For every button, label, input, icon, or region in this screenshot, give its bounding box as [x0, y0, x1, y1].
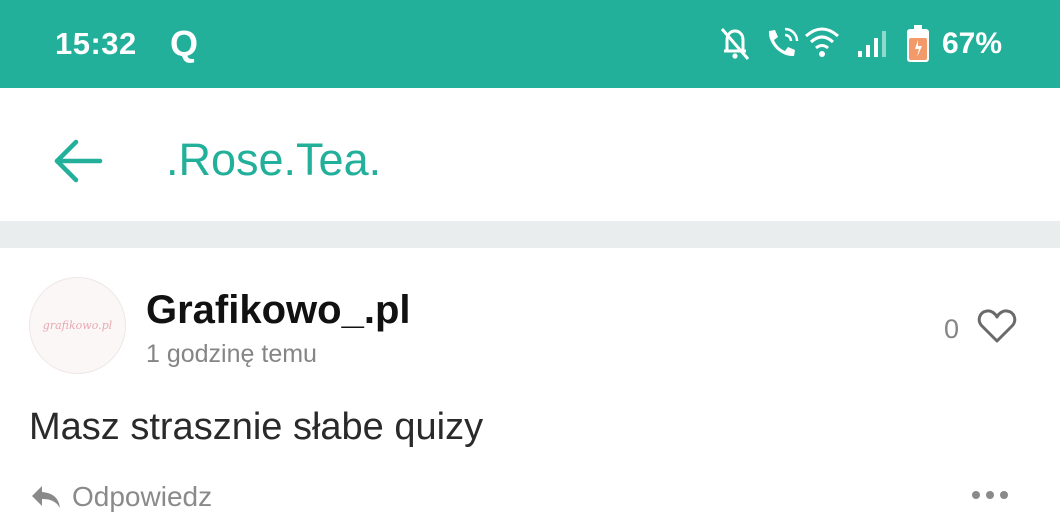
reply-label: Odpowiedz [72, 481, 213, 512]
signal-icon [858, 31, 886, 57]
wifi-call-icon [768, 27, 799, 57]
comment-text: Masz strasznie słabe quizy [29, 406, 484, 448]
battery-percentage: 67% [942, 27, 1003, 60]
status-time: 15:32 [55, 26, 137, 61]
bell-off-icon [720, 28, 750, 60]
like-count: 0 [944, 314, 960, 344]
more-options-icon[interactable] [970, 488, 1010, 502]
heart-icon[interactable] [977, 308, 1017, 344]
avatar[interactable]: grafikowo.pl [29, 277, 126, 374]
comment-timestamp: 1 godzinę temu [146, 340, 317, 368]
avatar-logo-text: grafikowo.pl [42, 319, 113, 332]
page-title: .Rose.Tea. [166, 134, 382, 185]
back-arrow-icon[interactable] [52, 138, 104, 184]
comment-author[interactable]: Grafikowo_.pl [146, 288, 411, 333]
reply-button[interactable]: Odpowiedz [30, 480, 212, 514]
reply-icon [32, 486, 60, 508]
status-bar: 15:32 Q 67% [0, 0, 1060, 88]
app-letter-icon: Q [170, 23, 199, 64]
section-divider [0, 221, 1060, 248]
battery-charging-icon [907, 25, 929, 62]
wifi-icon [805, 27, 839, 57]
app-bar [0, 88, 1060, 221]
